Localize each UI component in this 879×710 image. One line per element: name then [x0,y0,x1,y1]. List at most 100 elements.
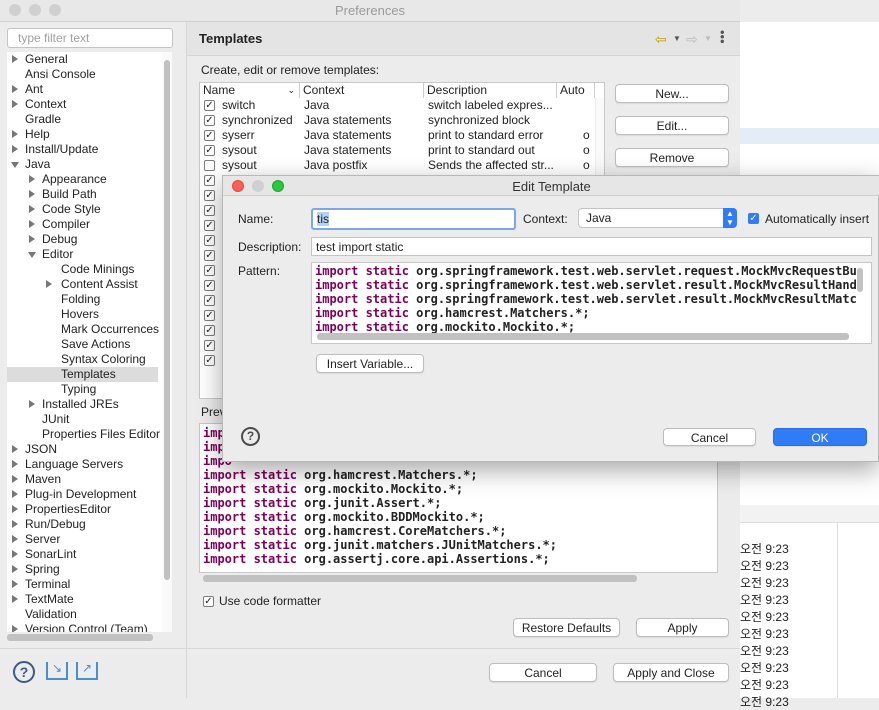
collapsed-arrow-icon[interactable] [12,55,18,63]
forward-arrow-icon[interactable]: ⇨ [686,31,698,48]
tree-item[interactable]: Appearance [7,172,157,187]
row-enabled-checkbox[interactable]: ✓ [204,340,215,351]
description-field[interactable]: test import static [311,237,872,256]
collapsed-arrow-icon[interactable] [12,565,18,573]
tree-item[interactable]: Hovers [7,307,157,322]
export-icon[interactable]: ↗ [76,662,98,680]
back-dropdown-icon[interactable]: ▼ [673,34,681,43]
tree-item[interactable]: TextMate [7,592,157,607]
tree-item[interactable]: Templates [7,367,158,382]
tree-item[interactable]: JSON [7,442,157,457]
tree-item[interactable]: Installed JREs [7,397,157,412]
collapsed-arrow-icon[interactable] [12,595,18,603]
row-enabled-checkbox[interactable]: ✓ [204,265,215,276]
tree-item[interactable]: Save Actions [7,337,157,352]
column-header-description[interactable]: Description [424,83,557,98]
tree-item[interactable]: Maven [7,472,157,487]
tree-item[interactable]: Syntax Coloring [7,352,157,367]
tree-item[interactable]: Code Style [7,202,157,217]
tree-item[interactable]: Folding [7,292,157,307]
collapsed-arrow-icon[interactable] [12,505,18,513]
collapsed-arrow-icon[interactable] [12,520,18,528]
tree-item[interactable]: General [7,52,157,67]
tree-item[interactable]: Editor [7,247,157,262]
column-header-name[interactable]: Name ⌄ [200,83,300,98]
tree-item[interactable]: Version Control (Team) [7,622,157,632]
table-row[interactable]: ✓ sysout Java statements print to standard … [200,143,604,158]
apply-and-close-button[interactable]: Apply and Close [613,663,729,682]
filter-input[interactable]: type filter text [7,28,173,48]
collapsed-arrow-icon[interactable] [12,460,18,468]
tree-item[interactable]: Code Minings [7,262,157,277]
row-enabled-checkbox[interactable]: ✓ [204,145,215,156]
pattern-hscrollbar[interactable] [317,333,849,340]
tree-item[interactable]: SonarLint [7,547,157,562]
collapsed-arrow-icon[interactable] [46,280,52,288]
column-header-context[interactable]: Context [300,83,424,98]
preview-hscrollbar[interactable] [203,575,637,582]
expanded-arrow-icon[interactable] [28,252,36,258]
apply-button[interactable]: Apply [636,618,729,637]
row-enabled-checkbox[interactable]: ✓ [204,310,215,321]
tree-item[interactable]: Typing [7,382,157,397]
collapsed-arrow-icon[interactable] [12,625,18,632]
collapsed-arrow-icon[interactable] [12,550,18,558]
row-enabled-checkbox[interactable]: ✓ [204,220,215,231]
cancel-button[interactable]: Cancel [489,663,597,682]
collapsed-arrow-icon[interactable] [29,205,35,213]
tree-item[interactable]: Content Assist [7,277,157,292]
row-enabled-checkbox[interactable]: ✓ [204,355,215,366]
row-enabled-checkbox[interactable]: ✓ [204,130,215,141]
name-field[interactable]: tis [311,208,516,230]
tree-item[interactable]: Debug [7,232,157,247]
dialog-ok-button[interactable]: OK [773,428,867,446]
tree-item[interactable]: Spring [7,562,157,577]
row-enabled-checkbox[interactable]: ✓ [204,235,215,246]
tree-scrollbar-thumb[interactable] [164,60,170,580]
tree-item[interactable]: Language Servers [7,457,157,472]
row-enabled-checkbox[interactable]: ✓ [204,250,215,261]
row-enabled-checkbox[interactable]: ✓ [204,295,215,306]
column-header-auto[interactable]: Auto [557,83,595,98]
tree-item[interactable]: PropertiesEditor [7,502,157,517]
table-row[interactable]: ✓ syserr Java statements print to standard … [200,128,604,143]
tree-item[interactable]: Mark Occurrences [7,322,159,337]
tree-item[interactable]: Properties Files Editor [7,427,160,442]
tree-item[interactable]: Terminal [7,577,157,592]
table-row[interactable]: ✓ synchronized Java statements synchronized… [200,113,604,128]
tree-item[interactable]: Context [7,97,157,112]
tree-item[interactable]: Validation [7,607,157,622]
row-enabled-checkbox[interactable]: ✓ [204,100,215,111]
tree-item[interactable]: Gradle [7,112,157,127]
tree-item[interactable]: Ant [7,82,157,97]
tree-hscrollbar[interactable] [7,634,153,641]
tree-item[interactable]: Help [7,127,157,142]
collapsed-arrow-icon[interactable] [12,445,18,453]
tree-item[interactable]: Server [7,532,157,547]
auto-insert-checkbox[interactable]: ✓ [748,213,759,224]
pattern-editor[interactable]: import static org.springframework.test.w… [311,262,872,344]
row-enabled-checkbox[interactable]: ✓ [204,205,215,216]
tree-item[interactable]: Java [7,157,157,172]
tree-item[interactable]: Plug-in Development [7,487,157,502]
collapsed-arrow-icon[interactable] [29,220,35,228]
collapsed-arrow-icon[interactable] [12,130,18,138]
forward-dropdown-icon[interactable]: ▼ [704,34,712,43]
collapsed-arrow-icon[interactable] [12,490,18,498]
tree-item[interactable]: JUnit [7,412,157,427]
collapsed-arrow-icon[interactable] [12,580,18,588]
row-enabled-checkbox[interactable] [204,160,215,171]
context-dropdown-icon[interactable]: ▲ ▼ [723,208,737,228]
row-enabled-checkbox[interactable]: ✓ [204,280,215,291]
use-formatter-checkbox[interactable]: ✓ [203,596,214,607]
remove-button[interactable]: Remove [615,148,729,167]
row-enabled-checkbox[interactable]: ✓ [204,325,215,336]
table-row[interactable]: ✓ switch Java switch labeled expres... [200,98,604,113]
expanded-arrow-icon[interactable] [11,162,19,168]
tree-item[interactable]: Compiler [7,217,157,232]
row-enabled-checkbox[interactable]: ✓ [204,190,215,201]
dialog-cancel-button[interactable]: Cancel [663,428,756,446]
collapsed-arrow-icon[interactable] [29,175,35,183]
pattern-vscrollbar[interactable] [857,268,863,292]
help-icon[interactable]: ? [13,661,35,683]
